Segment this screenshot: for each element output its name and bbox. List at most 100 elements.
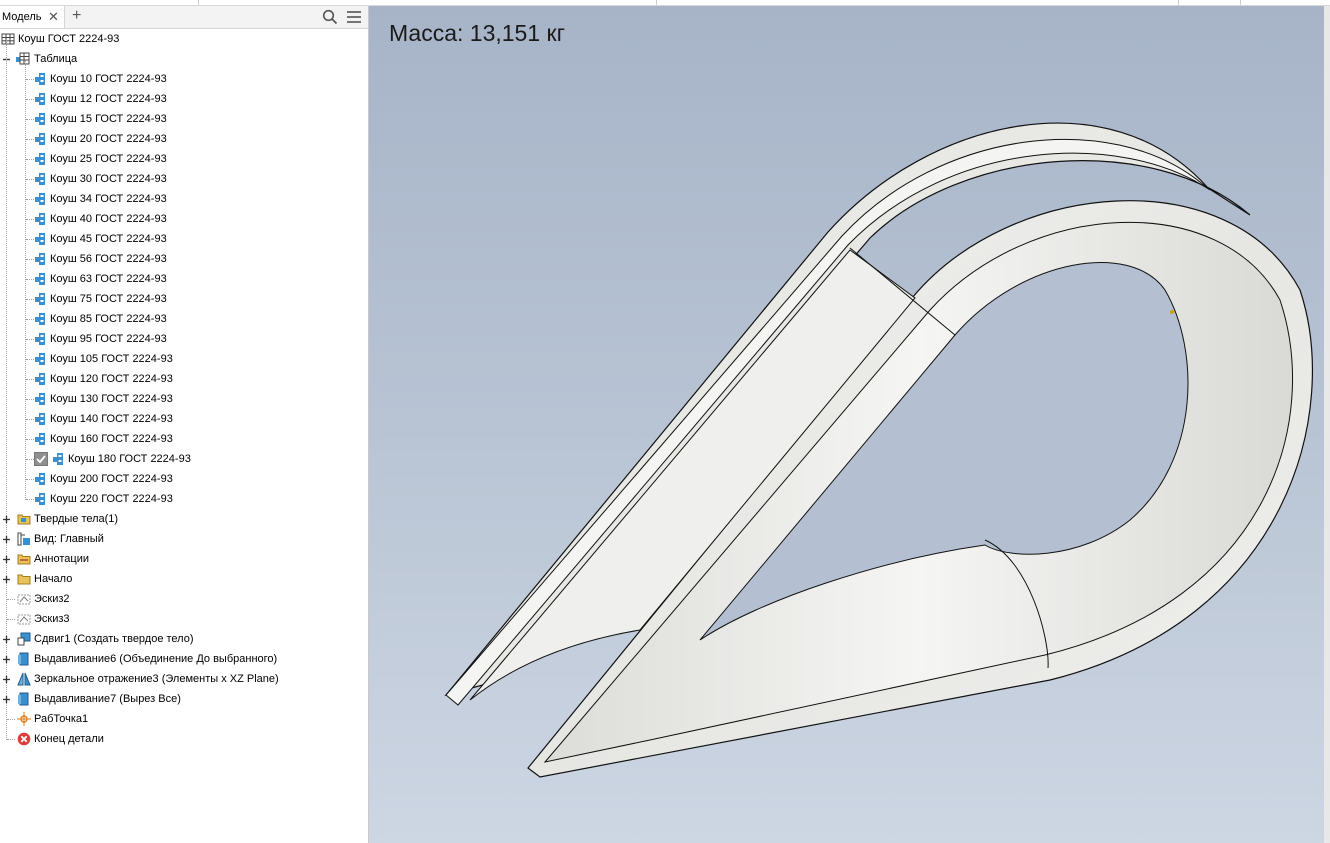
tree-guide-line bbox=[26, 379, 34, 380]
tree-item-feature[interactable]: Начало bbox=[0, 570, 368, 588]
feature-label: Эскиз3 bbox=[34, 613, 70, 625]
variant-label: Коуш 160 ГОСТ 2224-93 bbox=[50, 433, 173, 445]
expand-icon[interactable] bbox=[2, 675, 11, 684]
table-member-icon bbox=[35, 333, 45, 345]
tree-item-variant[interactable]: Коуш 160 ГОСТ 2224-93 bbox=[0, 430, 368, 448]
sketch-icon bbox=[17, 594, 31, 605]
add-tab-icon[interactable]: + bbox=[72, 7, 81, 25]
tree-item-variant[interactable]: Коуш 45 ГОСТ 2224-93 bbox=[0, 230, 368, 248]
tree-item-feature[interactable]: РабТочка1 bbox=[0, 710, 368, 728]
table-member-icon bbox=[35, 213, 45, 225]
variant-label: Коуш 34 ГОСТ 2224-93 bbox=[50, 193, 167, 205]
tab-model-label: Модель bbox=[2, 11, 42, 23]
tree-item-feature[interactable]: Эскиз3 bbox=[0, 610, 368, 628]
tree-item-feature[interactable]: Выдавливание7 (Вырез Все) bbox=[0, 690, 368, 708]
tree-guide-line bbox=[7, 739, 15, 740]
root-label: Коуш ГОСТ 2224-93 bbox=[18, 33, 120, 45]
tree-item-feature[interactable]: Выдавливание6 (Объединение До выбранного… bbox=[0, 650, 368, 668]
tree-item-variant[interactable]: Коуш 120 ГОСТ 2224-93 bbox=[0, 370, 368, 388]
tree-guide-line bbox=[26, 279, 34, 280]
tree-item-variant[interactable]: Коуш 85 ГОСТ 2224-93 bbox=[0, 310, 368, 328]
variant-label: Коуш 200 ГОСТ 2224-93 bbox=[50, 473, 173, 485]
expand-icon[interactable] bbox=[2, 555, 11, 564]
tab-model[interactable]: Модель ✕ bbox=[0, 6, 65, 28]
tree-item-feature[interactable]: Твердые тела(1) bbox=[0, 510, 368, 528]
feature-label: Конец детали bbox=[34, 733, 104, 745]
tree-item-variant[interactable]: Коуш 34 ГОСТ 2224-93 bbox=[0, 190, 368, 208]
tree-guide-line bbox=[7, 619, 15, 620]
feature-label: РабТочка1 bbox=[34, 713, 89, 725]
tree-guide-line bbox=[26, 119, 34, 120]
origin-folder-icon bbox=[17, 574, 31, 585]
tree-item-feature[interactable]: Конец детали bbox=[0, 730, 368, 748]
tree-item-variant-active[interactable]: Коуш 180 ГОСТ 2224-93 bbox=[0, 450, 368, 468]
tree-item-variant[interactable]: Коуш 140 ГОСТ 2224-93 bbox=[0, 410, 368, 428]
tree-guide-line bbox=[26, 299, 34, 300]
tree-item-variant[interactable]: Коуш 25 ГОСТ 2224-93 bbox=[0, 150, 368, 168]
mirror-icon bbox=[17, 672, 31, 686]
tree-item-table[interactable]: Таблица bbox=[0, 50, 368, 68]
variant-label: Коуш 85 ГОСТ 2224-93 bbox=[50, 313, 167, 325]
tree-item-variant[interactable]: Коуш 56 ГОСТ 2224-93 bbox=[0, 250, 368, 268]
expand-icon[interactable] bbox=[2, 535, 11, 544]
graphics-viewport[interactable]: Масса: 13,151 кг bbox=[369, 6, 1330, 843]
expand-icon[interactable] bbox=[2, 515, 11, 524]
feature-label: Начало bbox=[34, 573, 73, 585]
variant-label: Коуш 30 ГОСТ 2224-93 bbox=[50, 173, 167, 185]
menu-icon[interactable] bbox=[346, 9, 362, 25]
close-icon[interactable]: ✕ bbox=[48, 9, 59, 25]
tree-item-variant[interactable]: Коуш 75 ГОСТ 2224-93 bbox=[0, 290, 368, 308]
thimble-part-model[interactable] bbox=[369, 6, 1330, 843]
tree-item-variant[interactable]: Коуш 12 ГОСТ 2224-93 bbox=[0, 90, 368, 108]
expand-icon[interactable] bbox=[2, 695, 11, 704]
tree-root[interactable]: Коуш ГОСТ 2224-93 bbox=[0, 30, 368, 48]
tree-guide-line bbox=[26, 99, 34, 100]
tree-item-feature[interactable]: Зеркальное отражение3 (Элементы x XZ Pla… bbox=[0, 670, 368, 688]
check-icon[interactable] bbox=[34, 452, 48, 466]
sweep-icon bbox=[17, 632, 31, 646]
tree-item-variant[interactable]: Коуш 30 ГОСТ 2224-93 bbox=[0, 170, 368, 188]
tree-item-variant[interactable]: Коуш 15 ГОСТ 2224-93 bbox=[0, 110, 368, 128]
strip-divider bbox=[198, 0, 199, 5]
table-member-icon bbox=[35, 153, 45, 165]
table-member-icon bbox=[35, 173, 45, 185]
expand-icon[interactable] bbox=[2, 635, 11, 644]
workpoint-icon bbox=[17, 712, 31, 726]
expand-icon[interactable] bbox=[2, 655, 11, 664]
folder-bodies-icon bbox=[17, 514, 31, 525]
tree-item-variant[interactable]: Коуш 220 ГОСТ 2224-93 bbox=[0, 490, 368, 508]
viewport-scrollbar[interactable] bbox=[1324, 6, 1330, 843]
table-member-icon bbox=[35, 293, 45, 305]
tree-item-variant[interactable]: Коуш 20 ГОСТ 2224-93 bbox=[0, 130, 368, 148]
table-member-icon bbox=[53, 453, 63, 465]
model-browser-panel: Модель ✕ + Коуш ГОСТ 2224-93 Таблица Коу… bbox=[0, 6, 369, 843]
variant-label: Коуш 12 ГОСТ 2224-93 bbox=[50, 93, 167, 105]
variant-label: Коуш 15 ГОСТ 2224-93 bbox=[50, 113, 167, 125]
variant-label: Коуш 25 ГОСТ 2224-93 bbox=[50, 153, 167, 165]
feature-label: Выдавливание6 (Объединение До выбранного… bbox=[34, 653, 278, 665]
tree-item-feature[interactable]: Сдвиг1 (Создать твердое тело) bbox=[0, 630, 368, 648]
tree-item-variant[interactable]: Коуш 10 ГОСТ 2224-93 bbox=[0, 70, 368, 88]
tree-item-variant[interactable]: Коуш 130 ГОСТ 2224-93 bbox=[0, 390, 368, 408]
tree-guide-line bbox=[26, 219, 34, 220]
variant-label: Коуш 220 ГОСТ 2224-93 bbox=[50, 493, 173, 505]
tree-item-variant[interactable]: Коуш 40 ГОСТ 2224-93 bbox=[0, 210, 368, 228]
tree-item-variant[interactable]: Коуш 95 ГОСТ 2224-93 bbox=[0, 330, 368, 348]
variant-label: Коуш 20 ГОСТ 2224-93 bbox=[50, 133, 167, 145]
tree-item-feature[interactable]: Эскиз2 bbox=[0, 590, 368, 608]
annotations-folder-icon bbox=[17, 554, 31, 565]
tree-item-variant[interactable]: Коуш 63 ГОСТ 2224-93 bbox=[0, 270, 368, 288]
tree-item-variant[interactable]: Коуш 200 ГОСТ 2224-93 bbox=[0, 470, 368, 488]
variant-label: Коуш 63 ГОСТ 2224-93 bbox=[50, 273, 167, 285]
search-icon[interactable] bbox=[322, 9, 338, 25]
expand-icon[interactable] bbox=[2, 575, 11, 584]
table-label: Таблица bbox=[34, 53, 78, 65]
tree-guide-line bbox=[26, 359, 34, 360]
feature-label: Зеркальное отражение3 (Элементы x XZ Pla… bbox=[34, 673, 279, 685]
end-of-part-icon bbox=[17, 732, 31, 746]
table-member-icon bbox=[35, 273, 45, 285]
tree-item-variant[interactable]: Коуш 105 ГОСТ 2224-93 bbox=[0, 350, 368, 368]
tree-item-feature[interactable]: Вид: Главный bbox=[0, 530, 368, 548]
part-table-icon bbox=[1, 33, 15, 45]
tree-item-feature[interactable]: Аннотации bbox=[0, 550, 368, 568]
